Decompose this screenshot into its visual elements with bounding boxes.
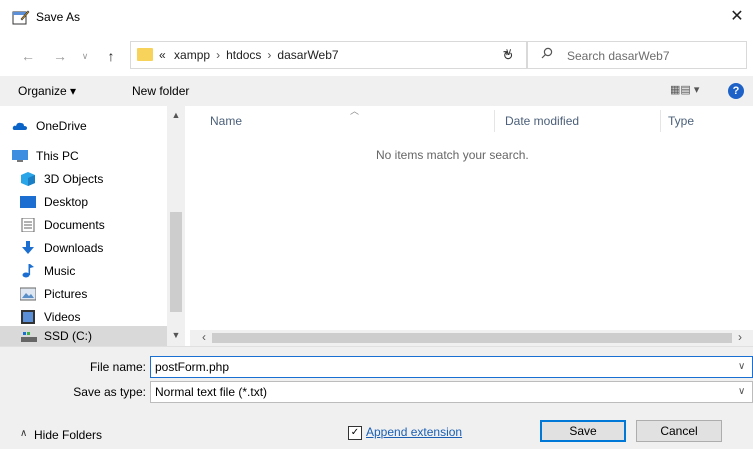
search-icon (541, 47, 553, 59)
scroll-down-arrow-icon[interactable]: ▼ (167, 330, 185, 340)
address-bar[interactable]: « xampp › htdocs › dasarWeb7 ∨ (130, 41, 528, 69)
cancel-button[interactable]: Cancel (636, 420, 722, 442)
file-list: Name ︿ Date modified Type No items match… (190, 106, 753, 330)
breadcrumb: « xampp › htdocs › dasarWeb7 (159, 48, 339, 62)
pictures-icon (20, 287, 36, 301)
save-button[interactable]: Save (540, 420, 626, 442)
scroll-up-arrow-icon[interactable]: ▲ (167, 110, 185, 120)
nav-item-ssd[interactable]: SSD (C:) (0, 326, 167, 346)
search-input[interactable]: Search dasarWeb7 (526, 41, 747, 69)
nav-item-onedrive[interactable]: OneDrive (12, 116, 162, 136)
cube-icon (21, 172, 35, 186)
chevron-down-icon[interactable]: ∨ (738, 386, 745, 397)
view-options-icon[interactable]: ▦▤ ▾ (670, 83, 700, 99)
scroll-left-arrow-icon[interactable]: ‹ (202, 330, 206, 344)
new-folder-button[interactable]: New folder (132, 84, 189, 98)
append-extension-label[interactable]: Append extension (366, 425, 462, 439)
nav-item-3d-objects[interactable]: 3D Objects (20, 169, 162, 189)
nav-item-videos[interactable]: Videos (20, 307, 162, 327)
close-button[interactable]: ✕ (725, 6, 749, 28)
chevron-right-icon: › (267, 48, 272, 62)
notepad-icon (12, 10, 30, 25)
column-divider[interactable] (494, 110, 495, 132)
save-as-type-label: Save as type: (73, 385, 146, 399)
hide-folders-button[interactable]: Hide Folders (34, 428, 102, 442)
nav-item-label: SSD (C:) (44, 329, 92, 343)
music-icon (22, 264, 34, 278)
nav-item-music[interactable]: Music (20, 261, 162, 281)
recent-locations-chevron-icon[interactable]: ∨ (78, 46, 92, 66)
navigation-pane: OneDrive This PC 3D Objects Desktop Docu… (0, 106, 190, 346)
column-header-date-modified[interactable]: Date modified (505, 114, 579, 128)
computer-icon (12, 150, 28, 162)
breadcrumb-overflow[interactable]: « (159, 48, 166, 62)
column-header-name[interactable]: Name (210, 114, 242, 128)
nav-item-downloads[interactable]: Downloads (20, 238, 162, 258)
scroll-thumb[interactable] (170, 212, 182, 312)
navigation-scrollbar[interactable]: ▲ ▼ (167, 106, 185, 346)
command-bar: Organize ▾ New folder ▦▤ ▾ ? (0, 76, 753, 106)
nav-item-pictures[interactable]: Pictures (20, 284, 162, 304)
folder-icon (137, 48, 153, 61)
horizontal-scrollbar[interactable]: ‹ › (190, 330, 753, 346)
file-name-label: File name: (89, 360, 146, 374)
save-form: File name: postForm.php ∨ Save as type: … (0, 346, 753, 449)
title-bar: Save As ✕ (0, 0, 753, 34)
up-arrow-icon[interactable]: ↑ (100, 46, 122, 66)
append-extension-checkbox[interactable]: ✓ (348, 426, 362, 440)
help-icon[interactable]: ? (728, 83, 744, 99)
desktop-icon (20, 196, 36, 208)
breadcrumb-dasarweb7[interactable]: dasarWeb7 (277, 48, 338, 62)
refresh-icon[interactable]: ↻ (498, 46, 518, 66)
chevron-right-icon: › (216, 48, 221, 62)
forward-arrow-icon[interactable]: → (50, 46, 70, 66)
file-name-input[interactable]: postForm.php (150, 356, 753, 378)
breadcrumb-htdocs[interactable]: htdocs (226, 48, 261, 62)
chevron-up-icon: ∧ (20, 428, 28, 439)
videos-icon (21, 310, 35, 324)
back-arrow-icon[interactable]: ← (18, 46, 38, 66)
window-title: Save As (36, 10, 81, 24)
breadcrumb-xampp[interactable]: xampp (174, 48, 210, 62)
scroll-right-arrow-icon[interactable]: › (738, 330, 742, 344)
nav-item-documents[interactable]: Documents (20, 215, 162, 235)
drive-icon (21, 332, 37, 342)
search-placeholder: Search dasarWeb7 (567, 49, 670, 63)
nav-item-desktop[interactable]: Desktop (20, 192, 162, 212)
documents-icon (21, 218, 35, 232)
chevron-down-icon[interactable]: ∨ (738, 361, 745, 372)
save-as-type-select[interactable]: Normal text file (*.txt) (150, 381, 753, 403)
cloud-icon (12, 122, 27, 130)
nav-item-this-pc[interactable]: This PC (12, 146, 162, 166)
download-icon (22, 241, 34, 254)
empty-message: No items match your search. (376, 148, 529, 162)
scroll-thumb[interactable] (212, 333, 732, 343)
organize-button[interactable]: Organize ▾ (18, 84, 76, 98)
sort-up-icon: ︿ (350, 106, 360, 116)
column-divider[interactable] (660, 110, 661, 132)
column-header-type[interactable]: Type (668, 114, 694, 128)
